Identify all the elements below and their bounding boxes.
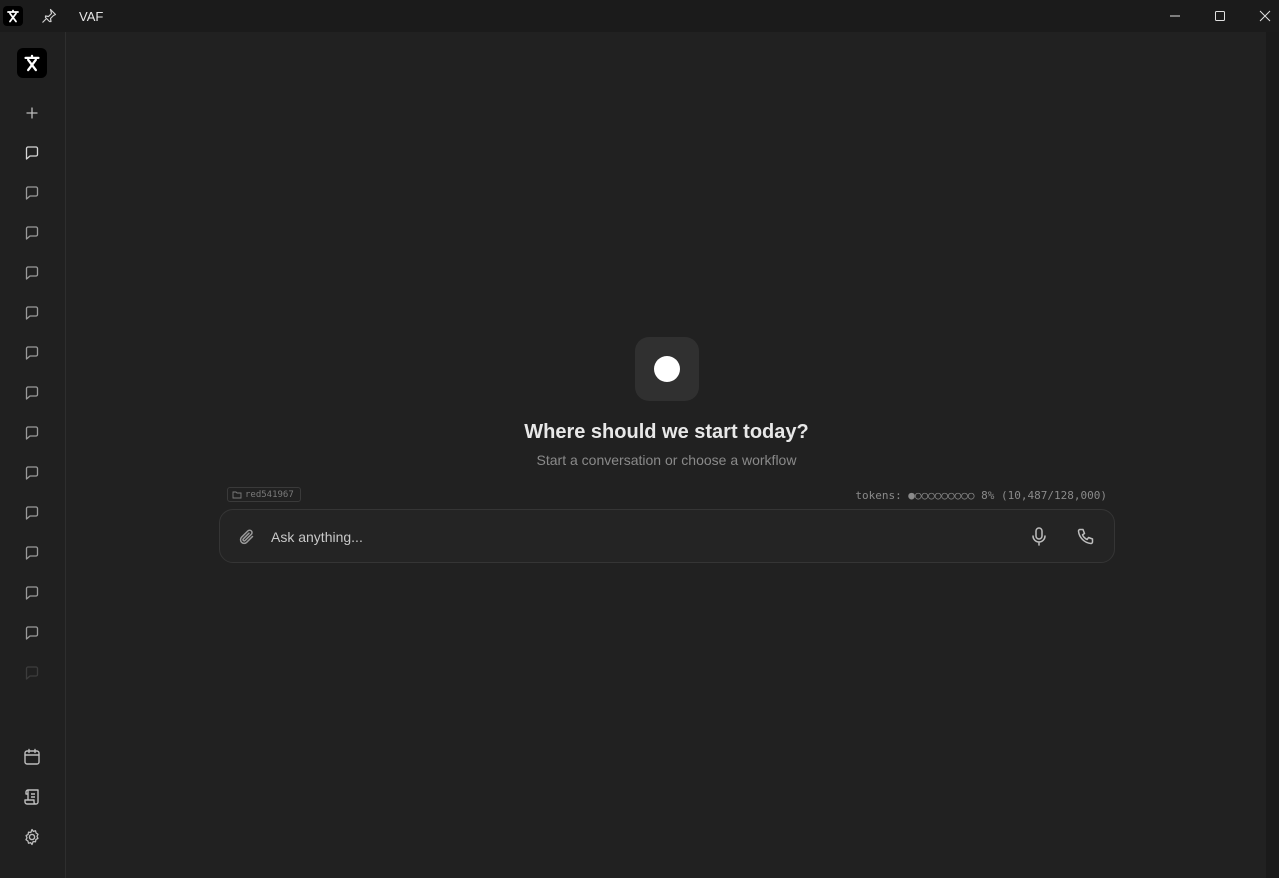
folder-chip[interactable]: red541967 [227,487,301,502]
chat-input-box [219,509,1115,563]
conversation-item[interactable] [21,662,43,684]
gear-icon [25,828,39,846]
folder-name: red541967 [245,489,294,500]
plus-icon [26,107,38,119]
page-subtitle: Start a conversation or choose a workflo… [536,452,797,468]
conversation-item[interactable] [21,382,43,404]
title-bar: VAF [0,0,1279,32]
chat-icon [25,506,39,520]
token-usage: tokens: ●○○○○○○○○○ 8% (10,487/128,000) [855,489,1107,502]
new-chat-button[interactable] [21,102,43,124]
voice-input-button[interactable] [1029,526,1049,548]
minimize-icon [1170,15,1180,17]
conversation-item[interactable] [21,622,43,644]
conversation-item[interactable] [21,342,43,364]
assistant-dot-icon [654,356,680,382]
page-title: Where should we start today? [524,421,809,443]
phone-icon [1077,528,1094,545]
chat-icon [25,666,39,680]
settings-button[interactable] [21,826,43,848]
scroll-icon [24,789,39,805]
calendar-button[interactable] [21,746,43,768]
chat-icon [25,386,39,400]
app-logo-icon[interactable] [17,48,47,78]
chat-input[interactable] [271,524,991,550]
conversation-item[interactable] [21,142,43,164]
folder-icon [232,491,242,499]
conversation-item[interactable] [21,182,43,204]
conversation-item[interactable] [21,542,43,564]
conversation-item[interactable] [21,222,43,244]
pin-icon[interactable] [40,7,58,25]
assistant-avatar [635,337,699,401]
chat-icon [25,546,39,560]
chat-icon [25,626,39,640]
conversation-item[interactable] [21,582,43,604]
voice-call-button[interactable] [1076,526,1096,548]
attach-button[interactable] [237,527,257,547]
conversation-item[interactable] [21,502,43,524]
chat-icon [25,226,39,240]
chat-icon [25,146,39,160]
chat-icon [25,306,39,320]
conversation-item[interactable] [21,302,43,324]
microphone-icon [1032,527,1046,546]
chat-icon [25,586,39,600]
window-title: VAF [79,9,104,24]
close-icon [1259,10,1271,22]
paperclip-icon [239,529,254,545]
minimize-button[interactable] [1152,0,1198,32]
chat-icon [25,186,39,200]
calendar-icon [24,748,40,765]
maximize-icon [1215,11,1225,21]
close-button[interactable] [1242,0,1279,32]
chat-icon [25,266,39,280]
app-logo-icon[interactable] [3,6,23,26]
scripts-button[interactable] [21,786,43,808]
conversation-item[interactable] [21,262,43,284]
maximize-button[interactable] [1197,0,1243,32]
chat-icon [25,346,39,360]
